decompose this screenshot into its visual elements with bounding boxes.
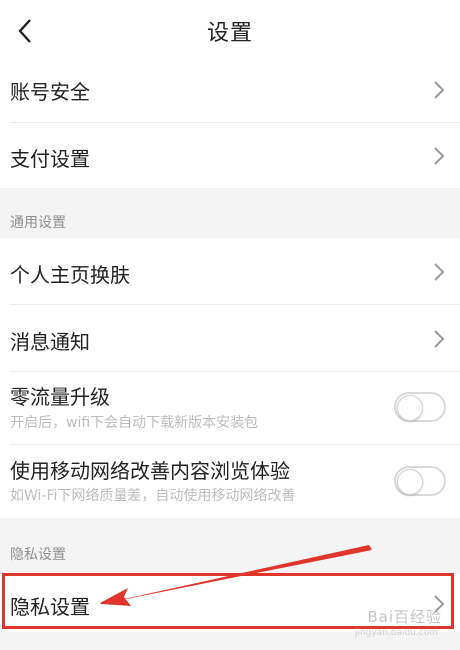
item-description: 开启后，wifi下会自动下载新版本安装包 — [10, 415, 259, 431]
toggle-knob — [397, 395, 423, 421]
watermark-subtext: jingyan.baidu.com — [354, 628, 438, 638]
settings-item-mobile-network: 使用移动网络改善内容浏览体验 如Wi-Fi下网络质量差，自动使用移动网络改善 — [0, 445, 460, 518]
back-arrow-icon — [18, 19, 31, 43]
toggle-knob — [397, 469, 423, 495]
settings-item-notifications[interactable]: 消息通知 — [0, 305, 460, 371]
settings-item-account-security[interactable]: 账号安全 — [0, 62, 460, 118]
item-label: 使用移动网络改善内容浏览体验 — [10, 459, 290, 483]
item-label: 零流量升级 — [10, 385, 110, 409]
chevron-right-icon — [434, 330, 445, 348]
item-label: 个人主页换肤 — [10, 263, 130, 287]
header-bar: 设置 — [0, 0, 460, 62]
zero-traffic-toggle[interactable] — [394, 392, 446, 422]
chevron-right-icon — [434, 81, 445, 99]
chevron-right-icon — [434, 263, 445, 281]
settings-page: 设置 账号安全 支付设置 通用设置 个人主页换肤 消息通知 零流量升级 开启后，… — [0, 0, 460, 650]
watermark: Bai百经验 — [367, 608, 442, 626]
page-title: 设置 — [206, 21, 253, 46]
item-description: 如Wi-Fi下网络质量差，自动使用移动网络改善 — [10, 488, 296, 504]
section-header-general: 通用设置 — [0, 188, 460, 238]
mobile-network-toggle[interactable] — [394, 466, 446, 496]
chevron-right-icon — [434, 147, 445, 165]
settings-item-zero-traffic-upgrade: 零流量升级 开启后，wifi下会自动下载新版本安装包 — [0, 372, 460, 444]
settings-item-payment[interactable]: 支付设置 — [0, 124, 460, 186]
section-label: 通用设置 — [10, 215, 66, 231]
section-label: 隐私设置 — [10, 547, 66, 563]
divider — [10, 122, 460, 123]
item-label: 支付设置 — [10, 147, 90, 171]
settings-item-profile-skin[interactable]: 个人主页换肤 — [0, 238, 460, 304]
back-button[interactable] — [8, 14, 42, 48]
item-label: 账号安全 — [10, 80, 90, 104]
section-header-privacy: 隐私设置 — [0, 518, 460, 574]
item-label: 消息通知 — [10, 330, 90, 354]
item-label: 隐私设置 — [10, 595, 90, 619]
